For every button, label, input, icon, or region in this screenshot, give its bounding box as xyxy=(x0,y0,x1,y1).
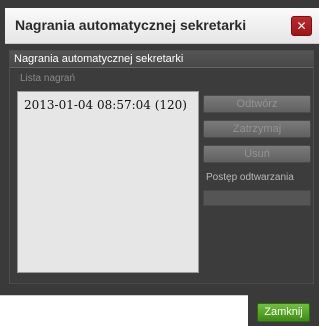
app: Nagrania automatycznej sekretarki ✕ Nagr… xyxy=(0,0,319,326)
recordings-panel: Nagrania automatycznej sekretarki Lista … xyxy=(9,50,314,284)
panel-header: Nagrania automatycznej sekretarki xyxy=(10,51,313,68)
list-item[interactable]: 2013-01-04 08:57:04 (120) xyxy=(24,98,187,112)
close-window-button[interactable]: ✕ xyxy=(291,16,312,36)
close-icon: ✕ xyxy=(296,19,307,33)
play-button[interactable]: Odtwórz xyxy=(203,95,311,113)
window-title: Nagrania automatycznej sekretarki xyxy=(15,17,247,33)
footer-divider xyxy=(0,295,248,296)
recordings-list-label: Lista nagrań xyxy=(20,73,76,84)
panel-title: Nagrania automatycznej sekretarki xyxy=(14,53,184,65)
recordings-list[interactable]: 2013-01-04 08:57:04 (120) xyxy=(17,91,199,273)
voicemail-dialog: Nagrania automatycznej sekretarki ✕ Nagr… xyxy=(0,0,319,296)
delete-button[interactable]: Usuń xyxy=(203,145,311,163)
playback-progress-bar xyxy=(203,190,311,206)
progress-label: Postęp odtwarzania xyxy=(206,172,294,183)
title-bar: Nagrania automatycznej sekretarki ✕ xyxy=(5,8,319,44)
stop-button[interactable]: Zatrzymaj xyxy=(203,120,311,138)
close-dialog-button[interactable]: Zamknij xyxy=(257,303,310,322)
